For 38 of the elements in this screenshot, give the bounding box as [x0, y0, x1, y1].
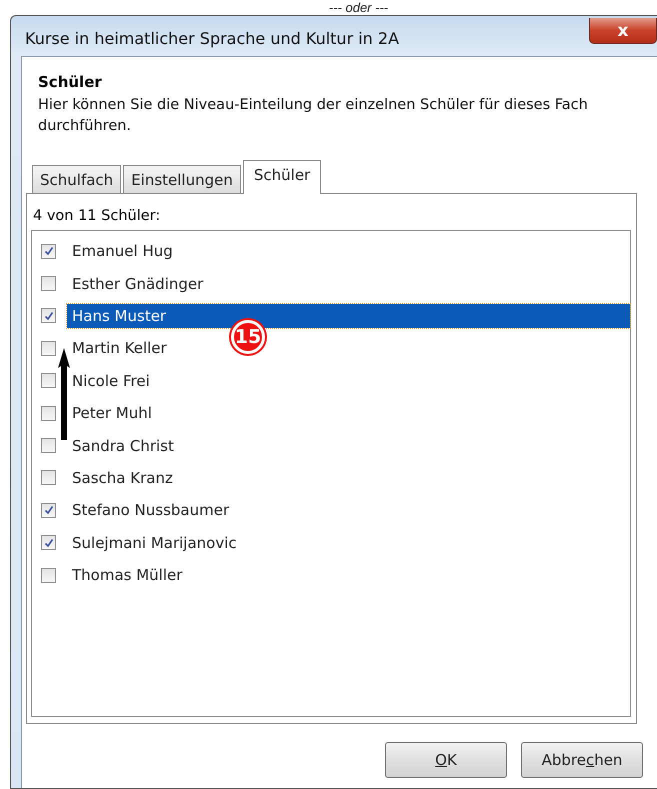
student-item[interactable]: Hans Muster: [67, 304, 630, 328]
tab[interactable]: Schulfach: [32, 165, 122, 193]
student-item[interactable]: Emanuel Hug: [72, 239, 178, 264]
checkbox[interactable]: [41, 244, 56, 259]
dialog-button[interactable]: OK: [385, 742, 507, 778]
checkbox[interactable]: [41, 568, 56, 583]
close-button[interactable]: x: [589, 18, 657, 44]
checkbox[interactable]: [41, 373, 56, 388]
student-item[interactable]: Sandra Christ: [72, 434, 179, 458]
student-item[interactable]: Sascha Kranz: [72, 466, 178, 490]
tab[interactable]: Schüler: [242, 160, 322, 194]
section-description: Hier können Sie die Niveau-Einteilung der einzelnen Schüler für dieses Fach durchführen.: [38, 96, 589, 136]
tab[interactable]: Einstellungen: [123, 165, 241, 193]
window-title: Kurse in heimatlicher Sprache und Kultur in 2A: [25, 28, 400, 48]
check-icon: [44, 246, 54, 256]
check-icon: [44, 310, 54, 321]
callout-badge: 15: [231, 320, 265, 354]
dialog-button[interactable]: Abbrechen: [521, 742, 643, 778]
checkbox[interactable]: [41, 308, 56, 324]
checkbox[interactable]: [41, 502, 56, 518]
section-title: Schüler: [38, 73, 103, 91]
student-item[interactable]: Sulejmani Marijanovic: [72, 530, 242, 555]
student-item[interactable]: Peter Muhl: [72, 401, 157, 426]
checkbox[interactable]: [41, 340, 56, 356]
student-item[interactable]: Stefano Nussbaumer: [72, 498, 234, 522]
checkbox[interactable]: [41, 470, 56, 486]
student-item[interactable]: Nicole Frei: [72, 368, 155, 393]
check-icon: [44, 538, 54, 548]
checkbox[interactable]: [41, 535, 56, 550]
count-label: 4 von 11 Schüler:: [33, 208, 162, 224]
checkbox[interactable]: [41, 276, 56, 292]
checkbox[interactable]: [41, 438, 56, 454]
student-item[interactable]: Thomas Müller: [72, 563, 188, 588]
student-item[interactable]: Esther Gnädinger: [72, 272, 208, 296]
student-item[interactable]: Martin Keller: [72, 336, 172, 360]
caption-text: --- oder ---: [328, 0, 390, 15]
check-icon: [44, 505, 54, 516]
checkbox[interactable]: [41, 406, 56, 421]
